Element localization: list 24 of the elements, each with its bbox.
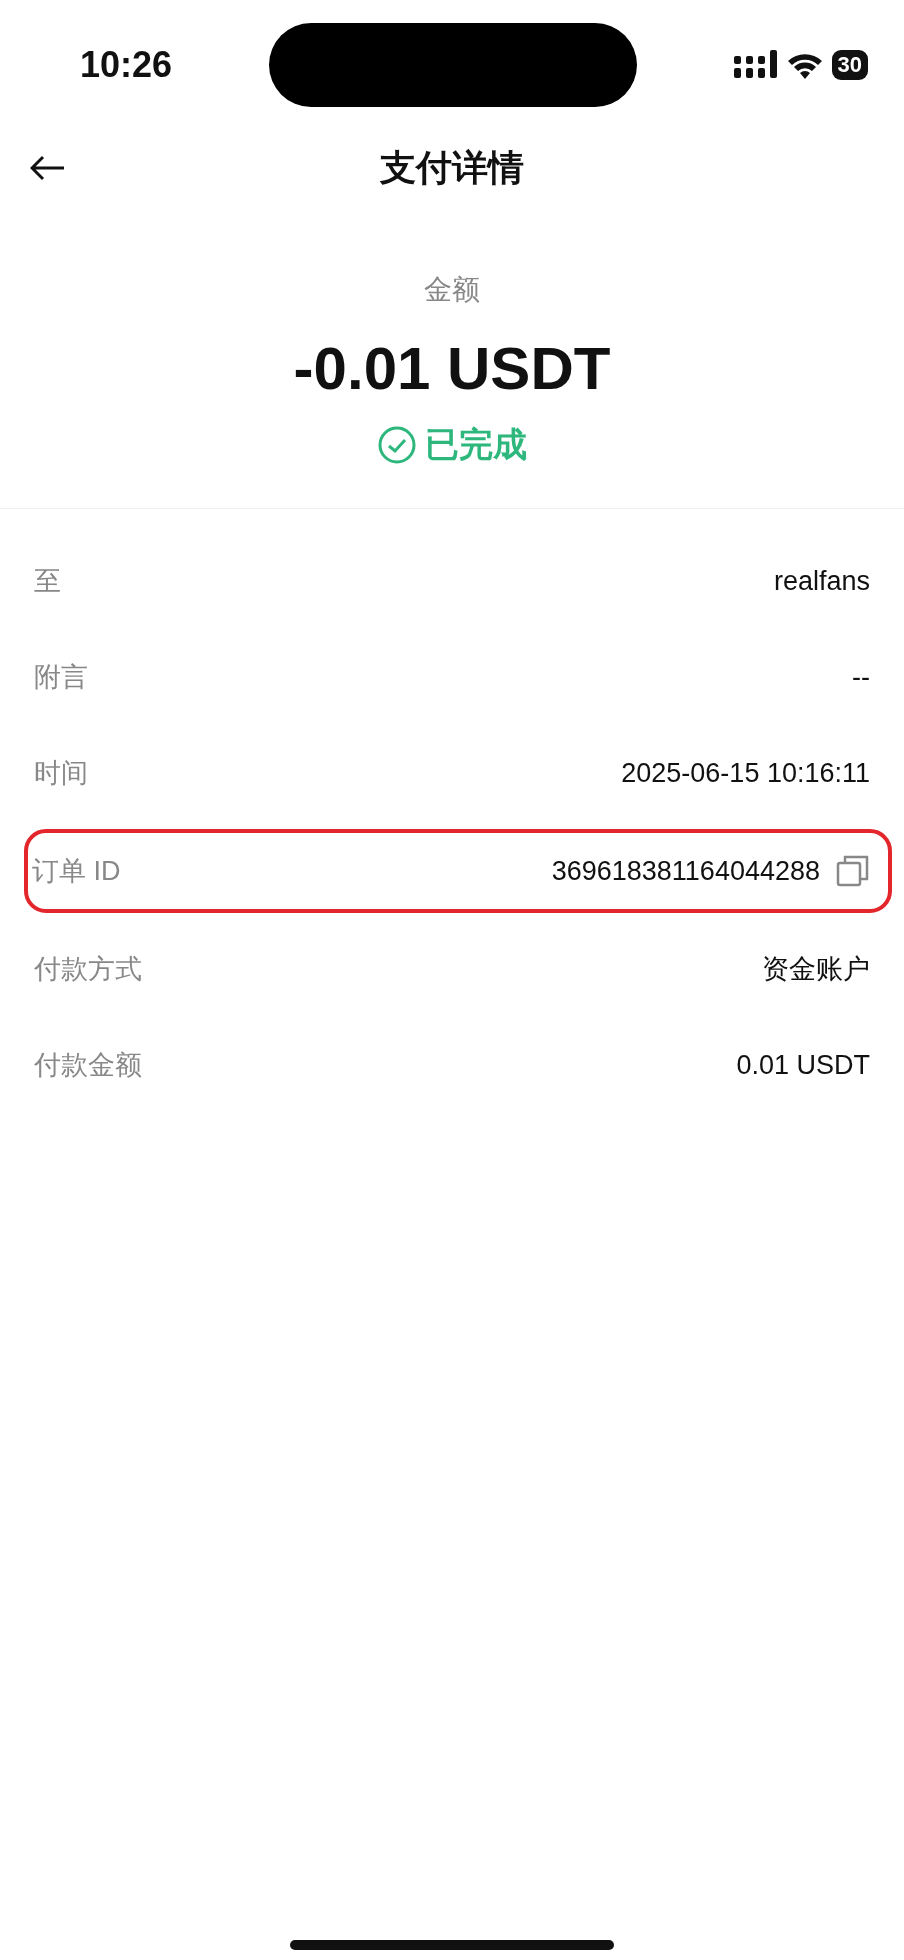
detail-value: realfans xyxy=(773,564,870,598)
detail-label: 时间 xyxy=(34,756,88,790)
back-arrow-icon xyxy=(30,154,66,181)
amount-label: 金额 xyxy=(424,273,480,307)
clock-time: 10:26 xyxy=(80,43,173,87)
detail-label: 附言 xyxy=(34,660,88,694)
battery-level: 30 xyxy=(831,50,868,80)
check-circle-icon xyxy=(377,424,417,465)
detail-label: 付款方式 xyxy=(34,952,142,986)
detail-value: 2025-06-15 10:16:11 xyxy=(621,756,870,790)
detail-value: 资金账户 xyxy=(762,952,870,986)
detail-value: 0.01 USDT xyxy=(736,1048,870,1082)
amount-value: -0.01 USDT xyxy=(293,334,611,404)
detail-value: -- xyxy=(852,660,870,694)
copy-icon xyxy=(836,854,870,888)
detail-label: 订单 ID xyxy=(32,854,121,888)
copy-button[interactable] xyxy=(836,854,870,888)
status-text: 已完成 xyxy=(425,424,527,465)
detail-label: 至 xyxy=(34,564,61,598)
page-title: 支付详情 xyxy=(380,145,524,190)
detail-label: 付款金额 xyxy=(34,1048,142,1082)
signal-icon xyxy=(733,50,778,80)
detail-value: 369618381164044288 xyxy=(551,854,820,888)
back-button[interactable] xyxy=(30,154,66,181)
